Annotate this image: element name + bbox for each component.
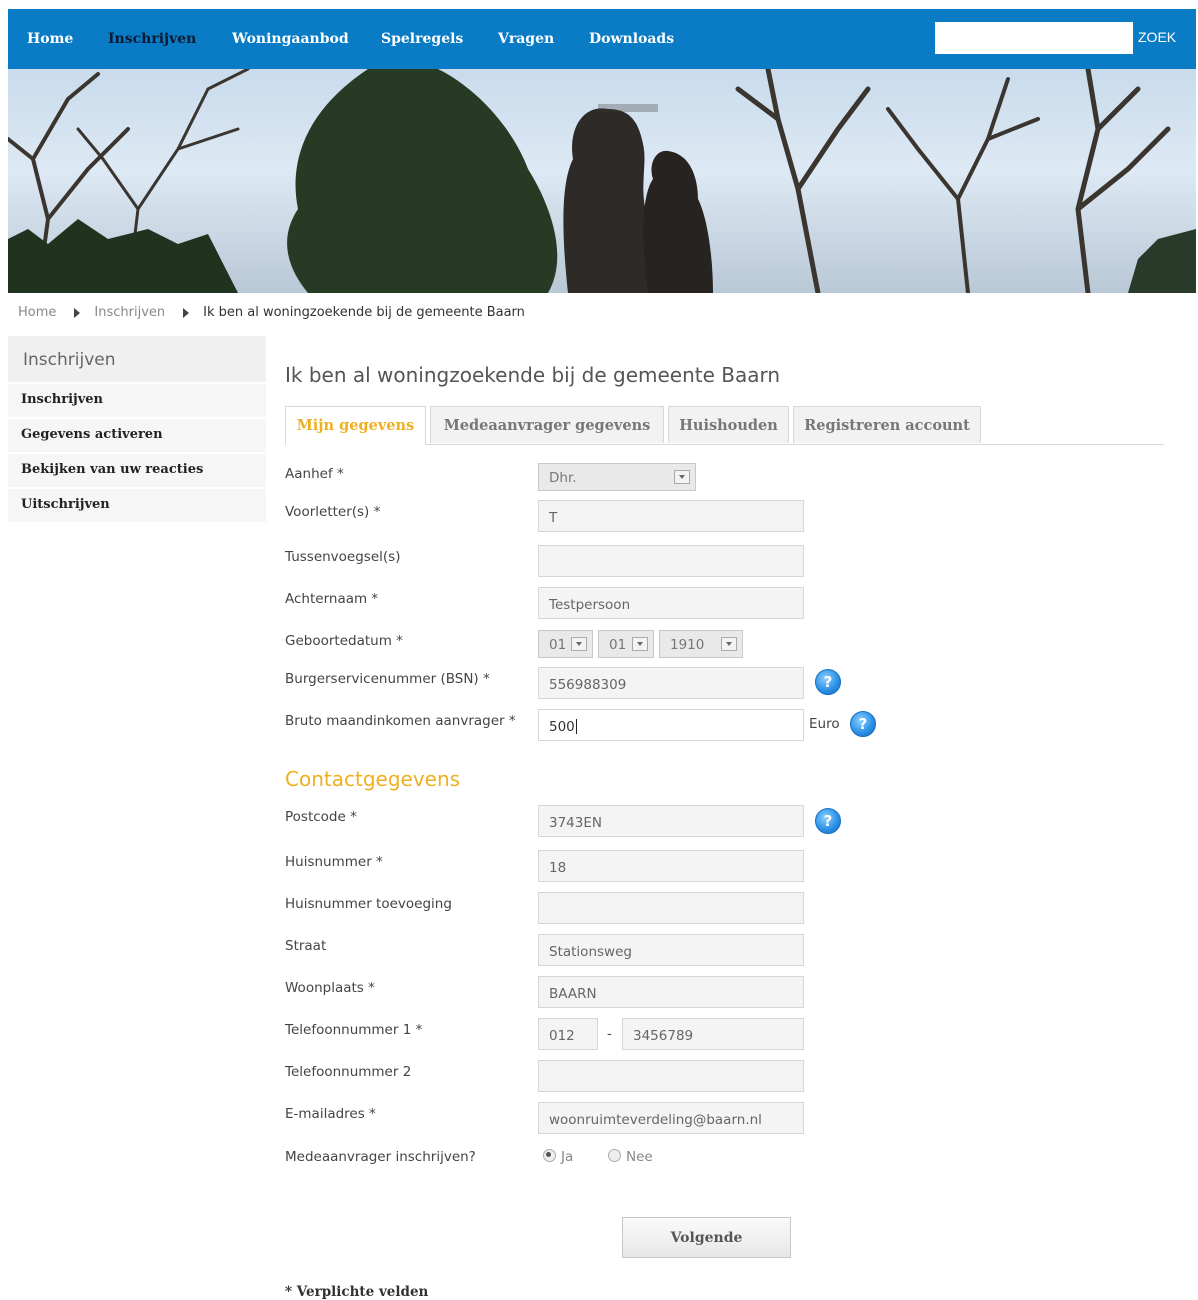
woonplaats-label: Woonplaats * <box>285 980 375 996</box>
geboortedatum-label: Geboortedatum * <box>285 633 403 649</box>
next-button[interactable]: Volgende <box>622 1217 791 1258</box>
contact-section-title: Contactgegevens <box>285 767 461 791</box>
telefoon2-label: Telefoonnummer 2 <box>285 1064 412 1080</box>
achternaam-field[interactable]: Testpersoon <box>538 587 804 619</box>
nav-downloads[interactable]: Downloads <box>589 31 674 47</box>
chevron-down-icon <box>632 637 648 651</box>
breadcrumb: Home Inschrijven Ik ben al woningzoekende … <box>18 305 525 320</box>
medeaanvrager-label: Medeaanvrager inschrijven? <box>285 1149 476 1165</box>
chevron-down-icon <box>721 637 737 651</box>
tab-bar: Mijn gegevens Medeaanvrager gegevens Hui… <box>285 406 1164 445</box>
achternaam-label: Achternaam * <box>285 591 379 607</box>
birth-year-value: 1910 <box>670 637 705 653</box>
aanhef-label: Aanhef * <box>285 466 344 482</box>
tussenvoegsel-label: Tussenvoegsel(s) <box>285 549 401 565</box>
inkomen-unit: Euro <box>809 716 840 732</box>
bsn-field[interactable]: 556988309 <box>538 667 804 699</box>
bsn-label: Burgerservicenummer (BSN) * <box>285 671 490 687</box>
search-input[interactable] <box>935 22 1133 54</box>
sidebar-item-gegevens-activeren[interactable]: Gegevens activeren <box>8 419 266 452</box>
email-field[interactable]: woonruimteverdeling@baarn.nl <box>538 1102 804 1134</box>
straat-label: Straat <box>285 938 327 954</box>
radio-nee-label: Nee <box>626 1149 653 1165</box>
sidebar-title: Inschrijven <box>8 336 266 382</box>
tab-huishouden[interactable]: Huishouden <box>668 406 789 443</box>
postcode-field[interactable]: 3743EN <box>538 805 804 837</box>
tab-mijn-gegevens[interactable]: Mijn gegevens <box>285 406 426 445</box>
telefoon1-label: Telefoonnummer 1 * <box>285 1022 423 1038</box>
birth-month-select[interactable]: 01 <box>598 630 654 658</box>
toevoeging-label: Huisnummer toevoeging <box>285 896 452 912</box>
radio-selected-icon <box>543 1149 556 1162</box>
birth-day-value: 01 <box>549 637 567 653</box>
tab-registreren-account[interactable]: Registreren account <box>793 406 981 443</box>
text-cursor <box>575 719 577 734</box>
radio-unselected-icon <box>608 1149 621 1162</box>
telefoon2-field[interactable] <box>538 1060 804 1092</box>
inkomen-field[interactable]: 500 <box>538 709 804 741</box>
huisnummer-field[interactable]: 18 <box>538 850 804 882</box>
huisnummer-label: Huisnummer * <box>285 854 383 870</box>
woonplaats-field[interactable]: BAARN <box>538 976 804 1008</box>
nav-spelregels[interactable]: Spelregels <box>381 31 463 47</box>
tussenvoegsel-field[interactable] <box>538 545 804 577</box>
help-icon[interactable]: ? <box>815 669 841 695</box>
medeaanvrager-radio-nee[interactable]: Nee <box>608 1149 653 1165</box>
telefoon1-separator: - <box>607 1026 612 1042</box>
breadcrumb-current: Ik ben al woningzoekende bij de gemeente… <box>203 305 525 320</box>
nav-inschrijven[interactable]: Inschrijven <box>108 31 196 47</box>
header-banner-image <box>8 69 1196 293</box>
birth-day-select[interactable]: 01 <box>538 630 593 658</box>
aanhef-value: Dhr. <box>549 470 577 486</box>
toevoeging-field[interactable] <box>538 892 804 924</box>
breadcrumb-home[interactable]: Home <box>18 305 56 320</box>
help-icon[interactable]: ? <box>850 711 876 737</box>
inkomen-value: 500 <box>549 719 575 735</box>
nav-home[interactable]: Home <box>27 31 73 47</box>
chevron-down-icon <box>571 637 587 651</box>
top-navigation: Home Inschrijven Woningaanbod Spelregels… <box>8 9 1196 69</box>
sidebar-item-uitschrijven[interactable]: Uitschrijven <box>8 489 266 522</box>
telefoon1-number-field[interactable]: 3456789 <box>622 1018 804 1050</box>
radio-ja-label: Ja <box>561 1149 574 1165</box>
chevron-down-icon <box>674 470 690 484</box>
birth-month-value: 01 <box>609 637 627 653</box>
sidebar-item-inschrijven[interactable]: Inschrijven <box>8 384 266 417</box>
help-icon[interactable]: ? <box>815 808 841 834</box>
search-button[interactable]: ZOEK <box>1138 29 1176 45</box>
straat-field[interactable]: Stationsweg <box>538 934 804 966</box>
breadcrumb-separator-icon <box>183 307 190 318</box>
sidebar: Inschrijven Inschrijven Gegevens activer… <box>8 336 266 522</box>
voorletters-label: Voorletter(s) * <box>285 504 381 520</box>
sidebar-item-bekijken-reacties[interactable]: Bekijken van uw reacties <box>8 454 266 487</box>
email-label: E-mailadres * <box>285 1106 376 1122</box>
postcode-label: Postcode * <box>285 809 357 825</box>
tab-medeaanvrager-gegevens[interactable]: Medeaanvrager gegevens <box>430 406 664 443</box>
inkomen-label: Bruto maandinkomen aanvrager * <box>285 713 516 729</box>
nav-woningaanbod[interactable]: Woningaanbod <box>232 31 349 47</box>
nav-vragen[interactable]: Vragen <box>498 31 554 47</box>
birth-year-select[interactable]: 1910 <box>659 630 743 658</box>
breadcrumb-separator-icon <box>74 307 81 318</box>
required-fields-note: * Verplichte velden <box>285 1284 429 1300</box>
telefoon1-prefix-field[interactable]: 012 <box>538 1018 598 1050</box>
medeaanvrager-radio-ja[interactable]: Ja <box>543 1149 573 1165</box>
page-title: Ik ben al woningzoekende bij de gemeente… <box>285 363 781 387</box>
aanhef-select[interactable]: Dhr. <box>538 463 696 491</box>
voorletters-field[interactable]: T <box>538 500 804 532</box>
breadcrumb-inschrijven[interactable]: Inschrijven <box>94 305 165 320</box>
